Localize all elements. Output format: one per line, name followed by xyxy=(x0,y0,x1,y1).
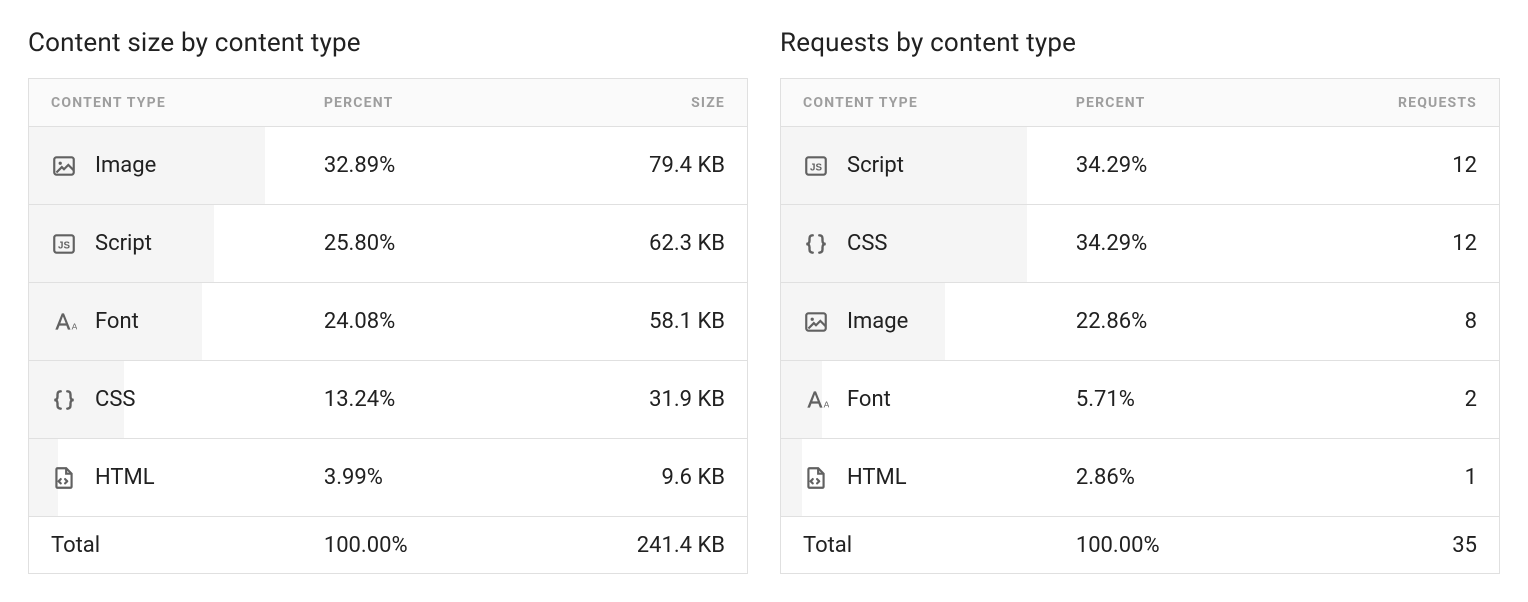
content-type-label: HTML xyxy=(95,465,155,490)
table-row: JS Script 25.80% 62.3 KB xyxy=(29,205,747,283)
content-type-label: CSS xyxy=(847,231,887,256)
svg-text:JS: JS xyxy=(810,162,822,173)
content-size-panel: Content size by content type CONTENT TYP… xyxy=(28,28,748,574)
svg-text:A: A xyxy=(824,399,829,409)
content-type-label: Font xyxy=(847,387,891,412)
percent-value: 34.29% xyxy=(1054,231,1284,256)
col-percent: PERCENT xyxy=(302,95,532,111)
table-row: HTML 3.99% 9.6 KB xyxy=(29,439,747,517)
font-icon: A xyxy=(51,309,77,335)
col-requests: REQUESTS xyxy=(1284,95,1499,111)
percent-value: 34.29% xyxy=(1054,153,1284,178)
content-type-label: Script xyxy=(847,153,904,178)
content-size-table: CONTENT TYPE PERCENT SIZE Image 32.89% 7… xyxy=(28,78,748,574)
content-type-label: Image xyxy=(847,309,908,334)
table-total-row: Total 100.00% 35 xyxy=(781,517,1499,573)
requests-table: CONTENT TYPE PERCENT REQUESTS JS Script … xyxy=(780,78,1500,574)
table-row: A Font 24.08% 58.1 KB xyxy=(29,283,747,361)
table-header: CONTENT TYPE PERCENT SIZE xyxy=(29,79,747,127)
total-requests: 35 xyxy=(1284,533,1499,558)
requests-value: 12 xyxy=(1284,153,1499,178)
percent-value: 32.89% xyxy=(302,153,532,178)
image-icon xyxy=(51,153,77,179)
requests-value: 1 xyxy=(1284,465,1499,490)
css-icon xyxy=(803,231,829,257)
size-value: 58.1 KB xyxy=(532,309,747,334)
col-content-type: CONTENT TYPE xyxy=(781,95,1054,111)
html-icon xyxy=(803,465,829,491)
total-label: Total xyxy=(29,533,302,558)
total-label: Total xyxy=(781,533,1054,558)
requests-value: 8 xyxy=(1284,309,1499,334)
content-type-label: Script xyxy=(95,231,152,256)
table-row: Image 22.86% 8 xyxy=(781,283,1499,361)
col-content-type: CONTENT TYPE xyxy=(29,95,302,111)
total-percent: 100.00% xyxy=(1054,533,1284,558)
size-value: 9.6 KB xyxy=(532,465,747,490)
table-total-row: Total 100.00% 241.4 KB xyxy=(29,517,747,573)
percent-value: 25.80% xyxy=(302,231,532,256)
html-icon xyxy=(51,465,77,491)
percent-value: 24.08% xyxy=(302,309,532,334)
panel-title: Requests by content type xyxy=(780,28,1500,58)
total-size: 241.4 KB xyxy=(532,533,747,558)
font-icon: A xyxy=(803,387,829,413)
table-row: CSS 34.29% 12 xyxy=(781,205,1499,283)
percent-value: 22.86% xyxy=(1054,309,1284,334)
requests-panel: Requests by content type CONTENT TYPE PE… xyxy=(780,28,1500,574)
table-row: CSS 13.24% 31.9 KB xyxy=(29,361,747,439)
content-type-label: HTML xyxy=(847,465,907,490)
table-row: HTML 2.86% 1 xyxy=(781,439,1499,517)
table-row: Image 32.89% 79.4 KB xyxy=(29,127,747,205)
script-icon: JS xyxy=(51,231,77,257)
requests-value: 12 xyxy=(1284,231,1499,256)
size-value: 79.4 KB xyxy=(532,153,747,178)
svg-text:A: A xyxy=(72,321,77,331)
percent-value: 3.99% xyxy=(302,465,532,490)
css-icon xyxy=(51,387,77,413)
table-row: A Font 5.71% 2 xyxy=(781,361,1499,439)
content-type-label: Font xyxy=(95,309,139,334)
table-row: JS Script 34.29% 12 xyxy=(781,127,1499,205)
content-type-label: Image xyxy=(95,153,156,178)
table-header: CONTENT TYPE PERCENT REQUESTS xyxy=(781,79,1499,127)
size-value: 31.9 KB xyxy=(532,387,747,412)
col-percent: PERCENT xyxy=(1054,95,1284,111)
percent-value: 5.71% xyxy=(1054,387,1284,412)
panel-title: Content size by content type xyxy=(28,28,748,58)
percent-value: 13.24% xyxy=(302,387,532,412)
content-type-label: CSS xyxy=(95,387,135,412)
col-size: SIZE xyxy=(532,95,747,111)
svg-text:JS: JS xyxy=(58,240,70,251)
image-icon xyxy=(803,309,829,335)
script-icon: JS xyxy=(803,153,829,179)
size-value: 62.3 KB xyxy=(532,231,747,256)
percent-value: 2.86% xyxy=(1054,465,1284,490)
total-percent: 100.00% xyxy=(302,533,532,558)
requests-value: 2 xyxy=(1284,387,1499,412)
